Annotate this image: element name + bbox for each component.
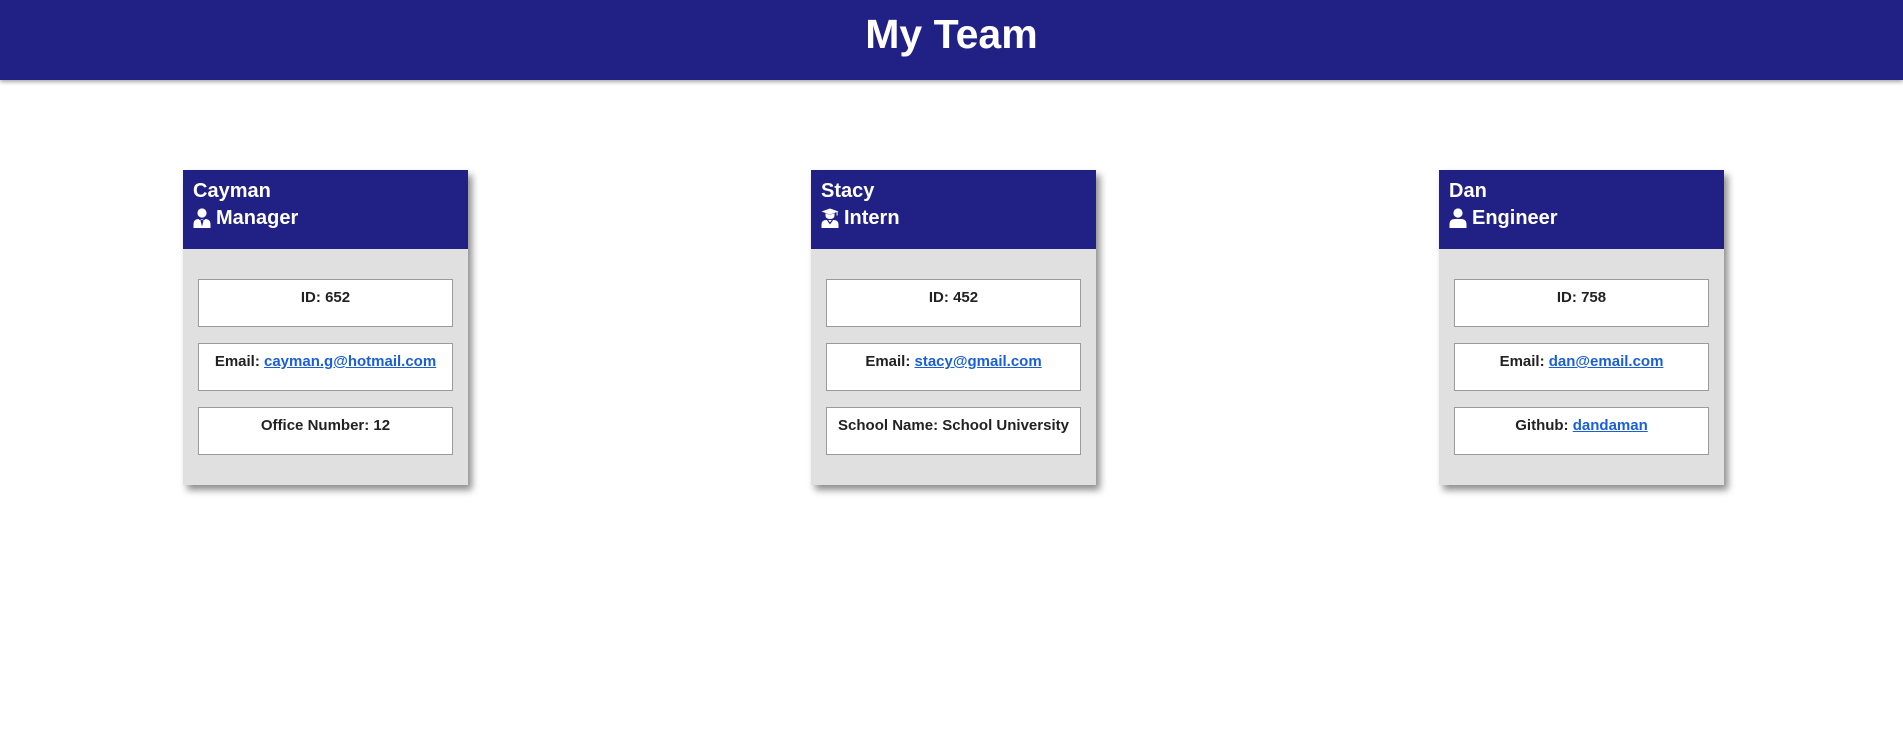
id-value: 652 <box>325 289 351 306</box>
id-label: ID: <box>1556 289 1577 306</box>
employee-email: Email: cayman.g@hotmail.com <box>198 343 453 391</box>
email-label: Email: <box>1499 353 1545 370</box>
card-body: ID: 652 Email: cayman.g@hotmail.com Offi… <box>183 249 468 455</box>
id-value: 452 <box>953 289 979 306</box>
employee-name: Stacy <box>821 180 875 202</box>
employee-role-label: Engineer <box>1472 207 1558 229</box>
id-label: ID: <box>300 289 321 306</box>
employee-name: Dan <box>1449 180 1487 202</box>
employee-name: Cayman <box>193 180 271 202</box>
school-label: School Name: <box>838 417 939 434</box>
employee-card-manager: Cayman Manager ID: 652 Email: cayman.g@h… <box>183 170 468 485</box>
email-label: Email: <box>214 353 260 370</box>
manager-icon <box>193 208 211 228</box>
employee-github: Github: dandaman <box>1454 407 1709 455</box>
employee-id: ID: 652 <box>198 279 453 327</box>
school-value: School University <box>942 417 1069 434</box>
card-header: Dan Engineer <box>1439 170 1724 249</box>
employee-role: Manager <box>193 204 458 232</box>
employee-id: ID: 452 <box>826 279 1081 327</box>
page-title: My Team <box>865 10 1038 57</box>
email-link[interactable]: stacy@gmail.com <box>915 353 1042 370</box>
employee-role-label: Manager <box>216 207 299 229</box>
employee-office-number: Office Number: 12 <box>198 407 453 455</box>
page-header: My Team <box>0 0 1903 80</box>
employee-email: Email: stacy@gmail.com <box>826 343 1081 391</box>
employee-role: Intern <box>821 204 1086 232</box>
employee-card-intern: Stacy Intern ID: 452 Email: stacy@gmail.… <box>811 170 1096 485</box>
employee-card-engineer: Dan Engineer ID: 758 Email: dan@email.co… <box>1439 170 1724 485</box>
employee-role-label: Intern <box>844 207 900 229</box>
card-body: ID: 758 Email: dan@email.com Github: dan… <box>1439 249 1724 455</box>
card-body: ID: 452 Email: stacy@gmail.com School Na… <box>811 249 1096 455</box>
card-header: Cayman Manager <box>183 170 468 249</box>
employee-email: Email: dan@email.com <box>1454 343 1709 391</box>
github-label: Github: <box>1515 417 1569 434</box>
employee-role: Engineer <box>1449 204 1714 232</box>
office-number-label: Office Number: <box>260 417 370 434</box>
card-header: Stacy Intern <box>811 170 1096 249</box>
email-link[interactable]: cayman.g@hotmail.com <box>264 353 436 370</box>
email-label: Email: <box>865 353 911 370</box>
id-label: ID: <box>928 289 949 306</box>
email-link[interactable]: dan@email.com <box>1549 353 1664 370</box>
employee-id: ID: 758 <box>1454 279 1709 327</box>
user-icon <box>1449 208 1467 228</box>
id-value: 758 <box>1581 289 1607 306</box>
graduate-icon <box>821 208 839 228</box>
employee-school: School Name: School University <box>826 407 1081 455</box>
github-link[interactable]: dandaman <box>1573 417 1648 434</box>
office-number-value: 12 <box>373 417 391 434</box>
